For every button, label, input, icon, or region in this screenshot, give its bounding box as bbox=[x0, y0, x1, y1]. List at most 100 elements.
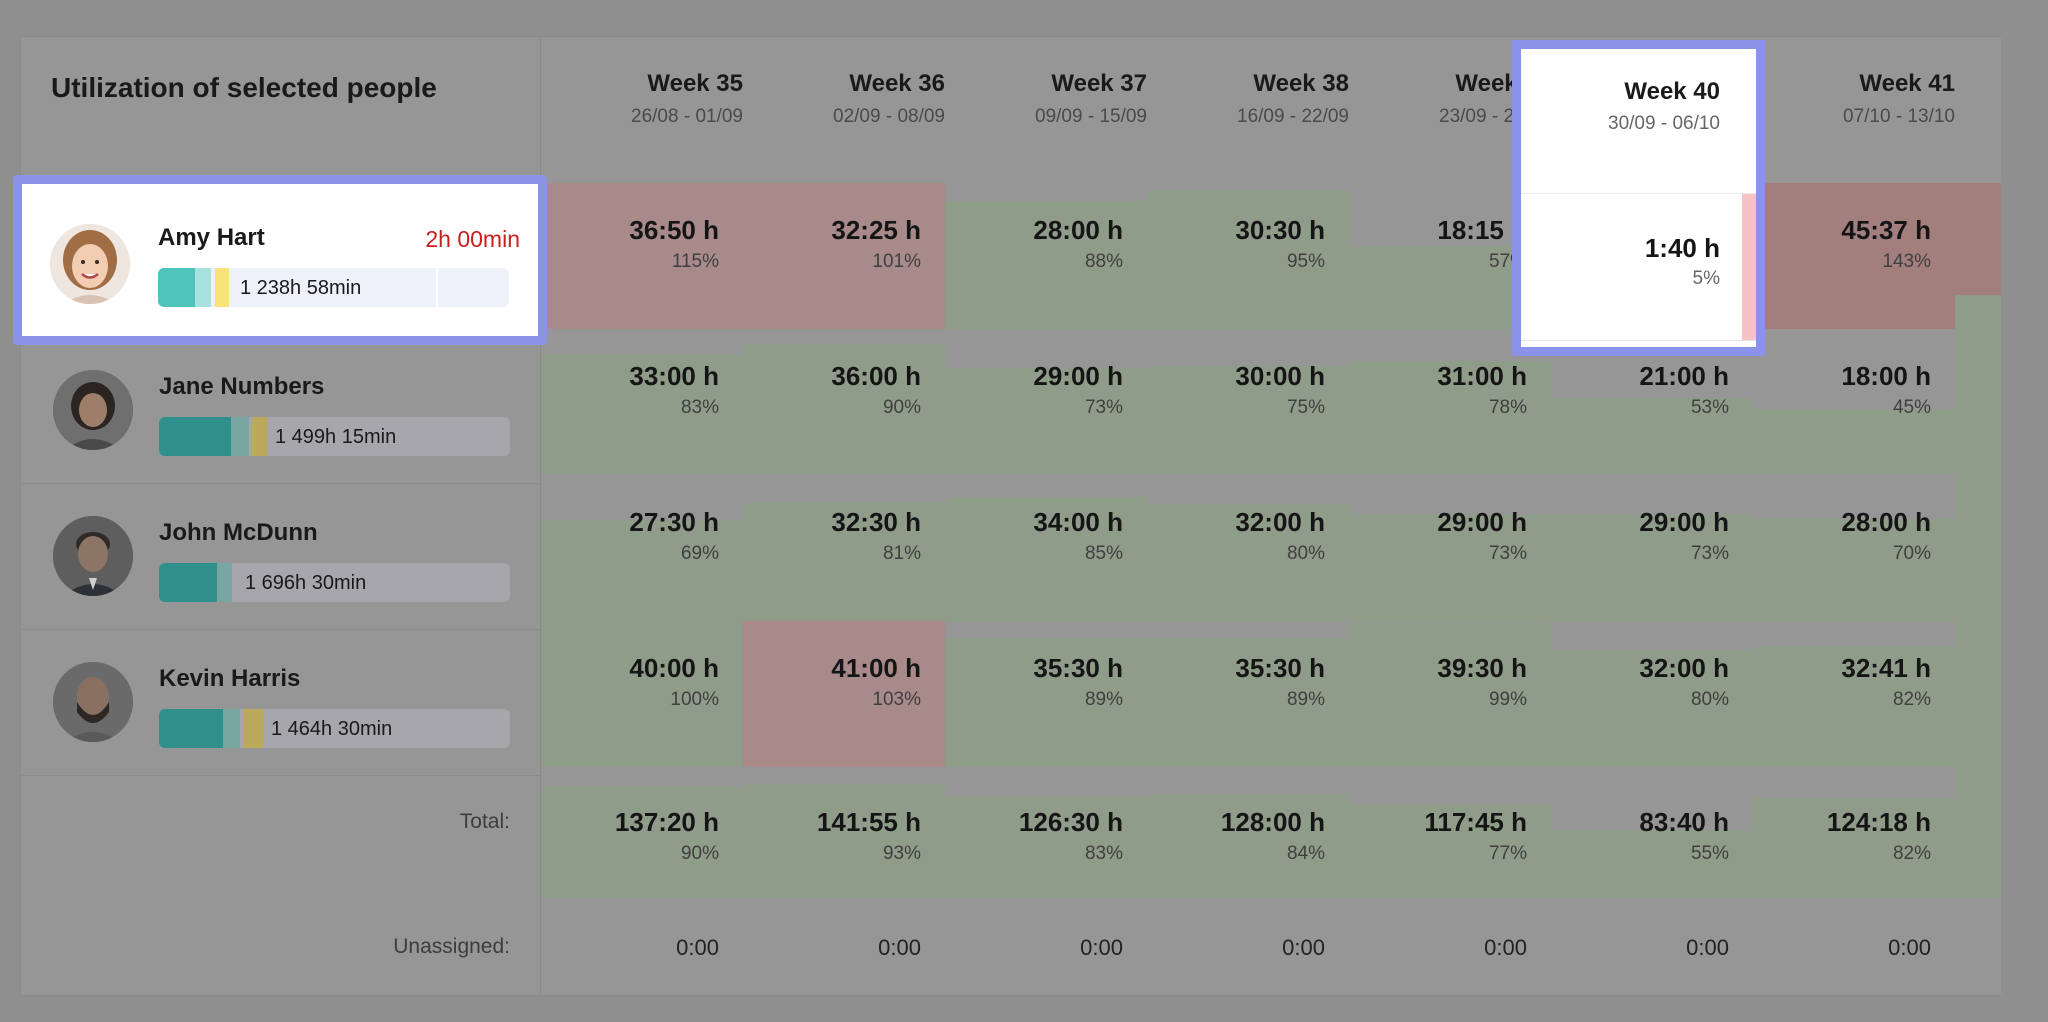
cell-percent: 73% bbox=[1690, 543, 1729, 564]
cell-hours: 29:00 h bbox=[1033, 361, 1123, 391]
total-cell[interactable]: 128:00 h 84% bbox=[1147, 775, 1349, 899]
utilization-cell[interactable]: 34:00 h 85% bbox=[945, 475, 1147, 621]
bar-segment-secondary bbox=[195, 268, 211, 307]
total-label: Total: bbox=[459, 810, 510, 833]
cell-hours: 28:00 h bbox=[1033, 215, 1123, 245]
total-cell[interactable]: 83:40 h 55% bbox=[1551, 775, 1753, 899]
cell-percent: 5% bbox=[1692, 268, 1720, 289]
week-label: Week 41 bbox=[1859, 70, 1955, 97]
jane-avatar bbox=[53, 370, 133, 450]
week-header[interactable]: Week 41 07/10 - 13/10 bbox=[1753, 70, 1955, 128]
utilization-cell[interactable]: 36:00 h 90% bbox=[743, 329, 945, 475]
utilization-cell[interactable]: 32:00 h 80% bbox=[1147, 475, 1349, 621]
highlighted-person-amy-hart[interactable]: Amy Hart 2h 00min 1 238h 58min bbox=[13, 175, 547, 345]
total-cell[interactable]: 137:20 h 90% bbox=[541, 775, 743, 899]
person-row[interactable]: Jane Numbers 1 499h 15min bbox=[21, 337, 540, 484]
utilization-cell[interactable]: 36:50 h 115% bbox=[541, 183, 743, 329]
unassigned-cell: 0:00 bbox=[878, 935, 921, 960]
person-total-hours: 1 238h 58min bbox=[240, 277, 362, 299]
cell-percent: 143% bbox=[1882, 251, 1931, 272]
week-dates: 26/08 - 01/09 bbox=[631, 106, 743, 127]
bar-segment bbox=[159, 563, 217, 602]
cell-hours: 32:25 h bbox=[831, 215, 921, 245]
bar-segment bbox=[252, 417, 268, 456]
utilization-cell[interactable]: 29:00 h 73% bbox=[945, 329, 1147, 475]
person-total-hours: 1 499h 15min bbox=[275, 426, 397, 448]
person-name: Amy Hart bbox=[158, 224, 265, 251]
total-cell[interactable]: 141:55 h 93% bbox=[743, 775, 945, 899]
total-cell[interactable]: 126:30 h 83% bbox=[945, 775, 1147, 899]
unassigned-cell: 0:00 bbox=[1484, 935, 1527, 960]
cell-hours: 32:30 h bbox=[831, 507, 921, 537]
utilization-cell[interactable]: 45:37 h 143% bbox=[1753, 183, 1955, 329]
cell-hours: 32:41 h bbox=[1841, 653, 1931, 683]
week-header[interactable]: Week 35 26/08 - 01/09 bbox=[541, 70, 743, 128]
utilization-cell[interactable]: 35:30 h 89% bbox=[1147, 621, 1349, 767]
person-row[interactable]: Kevin Harris 1 464h 30min bbox=[21, 629, 540, 776]
utilization-cell[interactable]: 40:00 h 100% bbox=[541, 621, 743, 767]
utilization-cell[interactable]: 41:00 h 103% bbox=[743, 621, 945, 767]
cell-percent: 45% bbox=[1892, 397, 1931, 418]
john-avatar bbox=[53, 516, 133, 596]
cell-percent: 93% bbox=[882, 843, 921, 864]
week-dates: 16/09 - 22/09 bbox=[1237, 106, 1349, 127]
week-label: Week 38 bbox=[1253, 70, 1349, 97]
cell-hours: 137:20 h bbox=[614, 807, 719, 837]
utilization-cell[interactable]: 32:30 h 81% bbox=[743, 475, 945, 621]
utilization-cell[interactable]: 18:00 h 45% bbox=[1753, 329, 1955, 475]
person-row[interactable]: John McDunn 1 696h 30min bbox=[21, 483, 540, 630]
total-cell[interactable]: 124:18 h 82% bbox=[1753, 775, 1955, 899]
cell-hours: 34:00 h bbox=[1033, 507, 1123, 537]
utilization-cell[interactable]: 32:41 h 82% bbox=[1753, 621, 1955, 767]
utilization-cell[interactable]: 35:30 h 89% bbox=[945, 621, 1147, 767]
utilization-cell[interactable]: 29:00 h 73% bbox=[1551, 475, 1753, 621]
utilization-cell[interactable]: 30:30 h 95% bbox=[1147, 183, 1349, 329]
cell-hours: 33:00 h bbox=[629, 361, 719, 391]
utilization-cell[interactable]: 32:25 h 101% bbox=[743, 183, 945, 329]
cell-percent: 90% bbox=[882, 397, 921, 418]
row-divider bbox=[1521, 340, 1756, 341]
cell-percent: 69% bbox=[680, 543, 719, 564]
next-week-header-partial: 1 bbox=[1991, 70, 2001, 133]
cell-hours: 36:00 h bbox=[831, 361, 921, 391]
next-week-partial-column bbox=[1955, 183, 2001, 897]
cell-percent: 103% bbox=[872, 689, 921, 710]
week-header[interactable]: Week 38 16/09 - 22/09 bbox=[1147, 70, 1349, 128]
cell-percent: 77% bbox=[1488, 843, 1527, 864]
utilization-cell[interactable]: 27:30 h 69% bbox=[541, 475, 743, 621]
cell-hours: 29:00 h bbox=[1437, 507, 1527, 537]
cell-hours: 30:30 h bbox=[1235, 215, 1325, 245]
total-cell[interactable]: 117:45 h 77% bbox=[1349, 775, 1551, 899]
bar-segment bbox=[223, 709, 240, 748]
cell-hours: 126:30 h bbox=[1018, 807, 1123, 837]
cell-percent: 115% bbox=[671, 251, 719, 272]
bar-segment bbox=[231, 417, 249, 456]
utilization-cell[interactable]: 28:00 h 70% bbox=[1753, 475, 1955, 621]
horizontal-scrollbar[interactable] bbox=[21, 995, 2001, 997]
utilization-cell[interactable]: 39:30 h 99% bbox=[1349, 621, 1551, 767]
utilization-cell[interactable]: 28:00 h 88% bbox=[945, 183, 1147, 329]
cell-hours: 32:00 h bbox=[1235, 507, 1325, 537]
week-header[interactable]: Week 37 09/09 - 15/09 bbox=[945, 70, 1147, 128]
cell-hours: 141:55 h bbox=[816, 807, 921, 837]
week-label: Week 35 bbox=[647, 70, 743, 97]
utilization-fill bbox=[1551, 831, 1753, 899]
bar-segment bbox=[159, 417, 231, 456]
utilization-cell[interactable]: 33:00 h 83% bbox=[541, 329, 743, 475]
amy-avatar bbox=[50, 224, 130, 304]
week-label: Week 37 bbox=[1051, 70, 1147, 97]
utilization-cell[interactable]: 32:00 h 80% bbox=[1551, 621, 1753, 767]
utilization-cell[interactable]: 29:00 h 73% bbox=[1349, 475, 1551, 621]
week-label: Week 36 bbox=[849, 70, 945, 97]
cell-percent: 89% bbox=[1286, 689, 1325, 710]
cell-hours: 39:30 h bbox=[1437, 653, 1527, 683]
cell-percent: 99% bbox=[1488, 689, 1527, 710]
utilization-cell[interactable]: 30:00 h 75% bbox=[1147, 329, 1349, 475]
cell-percent: 100% bbox=[670, 689, 719, 710]
bar-divider bbox=[436, 268, 438, 307]
person-total-hours: 1 464h 30min bbox=[271, 718, 393, 740]
highlighted-week-40-column[interactable]: Week 40 30/09 - 06/10 1:40 h 5% bbox=[1512, 40, 1765, 356]
cell-percent: 53% bbox=[1690, 397, 1729, 418]
bar-segment-leave bbox=[215, 268, 229, 307]
week-header[interactable]: Week 36 02/09 - 08/09 bbox=[743, 70, 945, 128]
